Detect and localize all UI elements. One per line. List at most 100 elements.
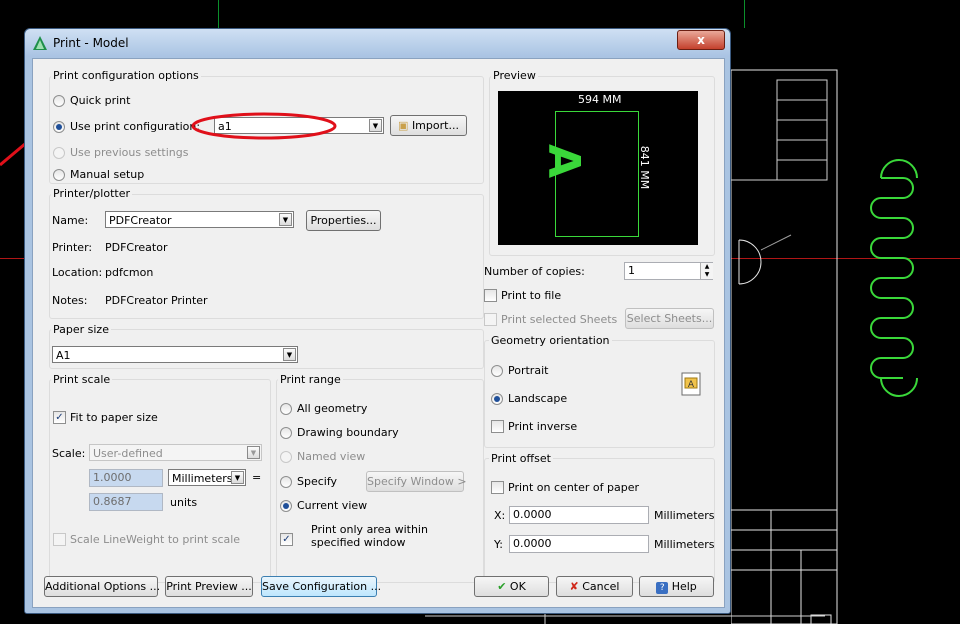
print-only-area-checkbox[interactable]: ✓	[280, 533, 293, 546]
printer-name-select[interactable]: PDFCreator ▼	[105, 211, 294, 228]
y-offset-label: Y:	[494, 538, 503, 551]
landscape-label: Landscape	[508, 392, 568, 405]
preview-width-label: 594 MM	[578, 93, 622, 106]
scale-select[interactable]: User-defined ▼	[89, 444, 262, 461]
group-title: Print scale	[51, 373, 113, 386]
autocad-app-icon	[33, 36, 47, 50]
import-button[interactable]: ▣ Import...	[390, 115, 467, 136]
fit-to-paper-label: Fit to paper size	[70, 411, 158, 424]
ok-label: OK	[509, 580, 526, 593]
specify-radio[interactable]	[280, 476, 292, 488]
cancel-label: Cancel	[582, 580, 620, 593]
location-value: pdfcmon	[105, 266, 154, 279]
drawing-boundary-label: Drawing boundary	[297, 426, 399, 439]
print-selected-sheets-label: Print selected Sheets	[501, 313, 618, 326]
portrait-label: Portrait	[508, 364, 549, 377]
print-only-area-label: Print only area within specified window	[311, 523, 428, 549]
title-bar[interactable]: Print - Model x	[25, 29, 730, 57]
print-selected-sheets-checkbox[interactable]	[484, 313, 497, 326]
help-label: Help	[671, 580, 697, 593]
printer-value: PDFCreator	[105, 241, 168, 254]
group-title: Print configuration options	[51, 69, 201, 82]
import-icon: ▣	[398, 119, 412, 132]
additional-options-button[interactable]: Additional Options ...	[44, 576, 160, 597]
units-label: units	[170, 496, 198, 509]
properties-button[interactable]: Properties...	[306, 210, 381, 231]
y-offset-input[interactable]: 0.0000	[509, 535, 649, 553]
ok-button[interactable]: ✔ OK	[474, 576, 549, 597]
chevron-down-icon[interactable]: ▼	[369, 119, 382, 132]
window-title: Print - Model	[53, 36, 129, 50]
named-view-label: Named view	[297, 450, 366, 463]
cad-axis-line	[744, 0, 745, 28]
group-title: Preview	[491, 69, 538, 82]
select-value: Millimeters	[172, 472, 233, 485]
cancel-button[interactable]: ✘ Cancel	[556, 576, 633, 597]
print-inverse-checkbox[interactable]	[491, 420, 504, 433]
cancel-x-icon: ✘	[569, 580, 579, 593]
all-geometry-label: All geometry	[297, 402, 368, 415]
group-title: Geometry orientation	[489, 334, 612, 347]
print-to-file-checkbox[interactable]	[484, 289, 497, 302]
select-sheets-button[interactable]: Select Sheets...	[625, 308, 714, 329]
chevron-down-icon[interactable]: ▼	[247, 446, 260, 459]
drawing-units-input[interactable]: 0.8687	[89, 493, 163, 511]
specify-label: Specify	[297, 475, 338, 488]
manual-setup-label: Manual setup	[70, 168, 145, 181]
x-offset-input[interactable]: 0.0000	[509, 506, 649, 524]
drawing-boundary-radio[interactable]	[280, 427, 292, 439]
preview-height-label: 841 MM	[638, 145, 652, 190]
current-view-radio[interactable]	[280, 500, 292, 512]
portrait-radio[interactable]	[491, 365, 503, 377]
dialog-body: Print configuration options Quick print …	[32, 58, 725, 608]
use-print-configuration-radio[interactable]	[53, 121, 65, 133]
copies-label: Number of copies:	[484, 265, 585, 278]
group-title: Print range	[278, 373, 343, 386]
print-on-center-label: Print on center of paper	[508, 481, 639, 494]
chevron-down-icon[interactable]: ▼	[279, 213, 292, 226]
manual-setup-radio[interactable]	[53, 169, 65, 181]
copies-spinner[interactable]: ▲ ▼	[700, 263, 713, 279]
scale-value-input[interactable]: 1.0000	[89, 469, 163, 487]
select-value: A1	[56, 349, 71, 362]
named-view-radio[interactable]	[280, 451, 292, 463]
chevron-down-icon[interactable]: ▼	[283, 348, 296, 361]
group-title: Paper size	[51, 323, 111, 336]
quick-print-label: Quick print	[70, 94, 131, 107]
cad-axis-line	[218, 0, 219, 28]
printer-label: Printer:	[52, 241, 93, 254]
specify-window-button[interactable]: Specify Window >	[366, 471, 467, 492]
chevron-down-icon[interactable]: ▼	[231, 471, 244, 484]
help-button[interactable]: ? Help	[639, 576, 714, 597]
landscape-radio[interactable]	[491, 393, 503, 405]
equals-sign: =	[252, 471, 262, 484]
current-view-label: Current view	[297, 499, 368, 512]
x-offset-unit: Millimeters	[654, 509, 715, 522]
select-value: User-defined	[93, 447, 163, 460]
scale-lineweight-checkbox[interactable]	[53, 533, 66, 546]
print-preview-button[interactable]: Print Preview ...	[165, 576, 253, 597]
import-label: Import...	[411, 119, 459, 132]
print-dialog: Print - Model x Print configuration opti…	[24, 28, 731, 614]
group-title: Printer/plotter	[51, 187, 132, 200]
close-button[interactable]: x	[677, 30, 725, 50]
checkmark-icon: ✔	[497, 580, 507, 593]
save-configuration-button[interactable]: Save Configuration ...	[261, 576, 381, 597]
orientation-page-icon: A	[681, 372, 701, 396]
use-previous-settings-radio[interactable]	[53, 147, 65, 159]
scale-units-select[interactable]: Millimeters ▼	[168, 469, 246, 486]
x-offset-label: X:	[494, 509, 506, 522]
scale-lineweight-label: Scale LineWeight to print scale	[70, 533, 241, 546]
all-geometry-radio[interactable]	[280, 403, 292, 415]
svg-text:A: A	[688, 380, 695, 390]
annotation-ellipse	[191, 112, 337, 140]
fit-to-paper-checkbox[interactable]: ✓	[53, 411, 66, 424]
print-on-center-checkbox[interactable]	[491, 481, 504, 494]
notes-value: PDFCreator Printer	[105, 294, 208, 307]
quick-print-radio[interactable]	[53, 95, 65, 107]
cad-axis-line	[0, 258, 24, 259]
y-offset-unit: Millimeters	[654, 538, 715, 551]
paper-size-select[interactable]: A1 ▼	[52, 346, 298, 363]
print-to-file-label: Print to file	[501, 289, 562, 302]
scale-label: Scale:	[52, 447, 86, 460]
